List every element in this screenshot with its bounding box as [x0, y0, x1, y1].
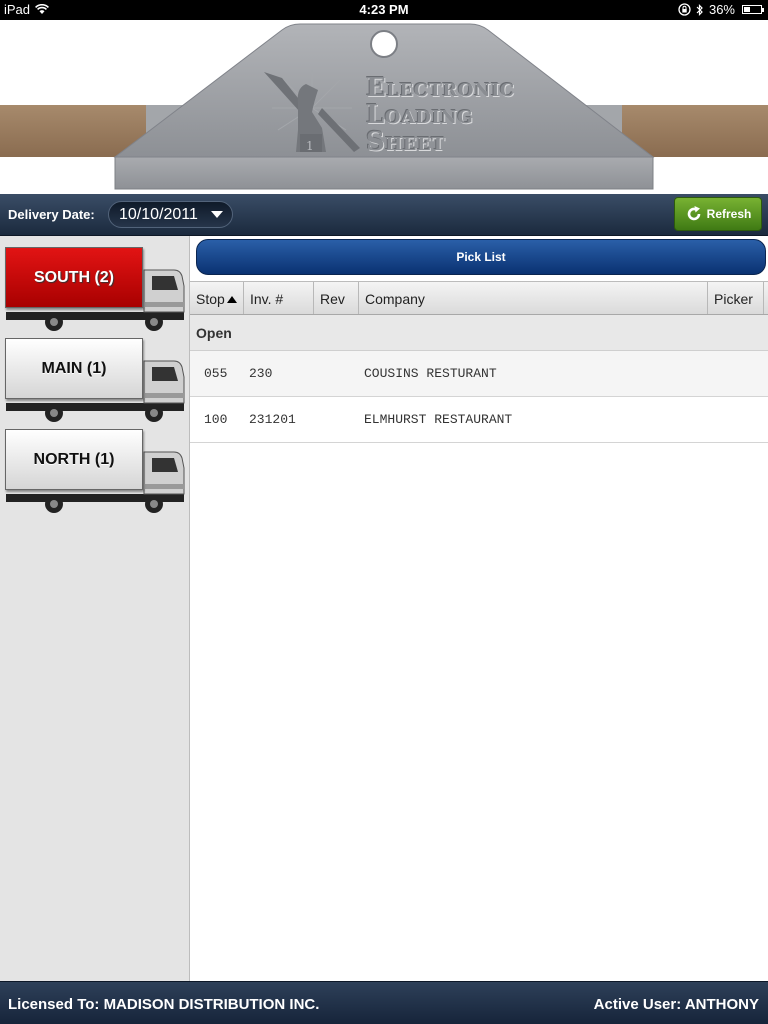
battery-icon	[742, 5, 764, 14]
route-truck-north[interactable]: NORTH (1)	[4, 428, 188, 514]
cell-invoice: 230	[249, 366, 273, 381]
group-header-open: Open	[190, 315, 768, 351]
table-row[interactable]: 100 231201 ELMHURST RESTAURANT	[190, 397, 768, 443]
status-bar: iPad 4:23 PM 36%	[0, 0, 768, 20]
cell-company: COUSINS RESTURANT	[364, 366, 497, 381]
refresh-icon	[687, 206, 700, 221]
svg-text:1: 1	[306, 139, 314, 153]
battery-percent: 36%	[708, 2, 735, 17]
column-header-rev[interactable]: Rev	[314, 282, 359, 314]
route-label-north: NORTH (1)	[5, 429, 143, 490]
route-truck-main[interactable]: MAIN (1)	[4, 337, 188, 423]
logo-line-2: Loading	[366, 100, 474, 130]
status-time: 4:23 PM	[359, 2, 409, 17]
logo-text: Electronic Loading Sheet	[366, 75, 515, 156]
app-banner: 1 Electronic Loading Sheet	[0, 20, 768, 194]
table-header: Stop Inv. # Rev Company Picker	[190, 281, 768, 315]
column-header-stop[interactable]: Stop	[190, 282, 244, 314]
route-panel: SOUTH (2) MAIN (1) NORTH (1)	[0, 236, 190, 981]
footer-bar: Licensed To: MADISON DISTRIBUTION INC. A…	[0, 981, 768, 1024]
column-header-picker[interactable]: Picker	[708, 282, 764, 314]
column-header-invoice[interactable]: Inv. #	[244, 282, 314, 314]
delivery-date-value: 10/10/2011	[119, 206, 198, 223]
refresh-label: Refresh	[706, 207, 752, 221]
loader-figure-icon: 1	[264, 70, 360, 153]
sort-ascending-icon	[226, 296, 237, 303]
bluetooth-icon	[696, 3, 703, 16]
cell-stop: 100	[204, 412, 228, 427]
column-header-company[interactable]: Company	[359, 282, 708, 314]
table-row[interactable]: 055 230 COUSINS RESTURANT	[190, 351, 768, 397]
route-label-main: MAIN (1)	[5, 338, 143, 399]
route-truck-south[interactable]: SOUTH (2)	[4, 246, 188, 332]
refresh-button[interactable]: Refresh	[674, 197, 762, 231]
logo-line-1: Electronic	[366, 73, 515, 103]
cell-stop: 055	[204, 366, 228, 381]
delivery-toolbar: Delivery Date: 10/10/2011	[0, 194, 768, 236]
delivery-date-select[interactable]: 10/10/2011	[108, 201, 233, 228]
rotation-lock-icon	[678, 3, 691, 16]
chevron-down-icon	[211, 211, 223, 218]
cell-invoice: 231201	[249, 412, 296, 427]
pick-list-title: Pick List	[456, 250, 506, 264]
delivery-date-label: Delivery Date:	[8, 207, 95, 222]
logo-line-3: Sheet	[366, 127, 446, 157]
license-text: Licensed To: MADISON DISTRIBUTION INC.	[8, 996, 320, 1013]
route-label-south: SOUTH (2)	[5, 247, 143, 308]
pick-list-button[interactable]: Pick List	[196, 239, 766, 275]
active-user-text: Active User: ANTHONY	[593, 996, 759, 1013]
cell-company: ELMHURST RESTAURANT	[364, 412, 513, 427]
